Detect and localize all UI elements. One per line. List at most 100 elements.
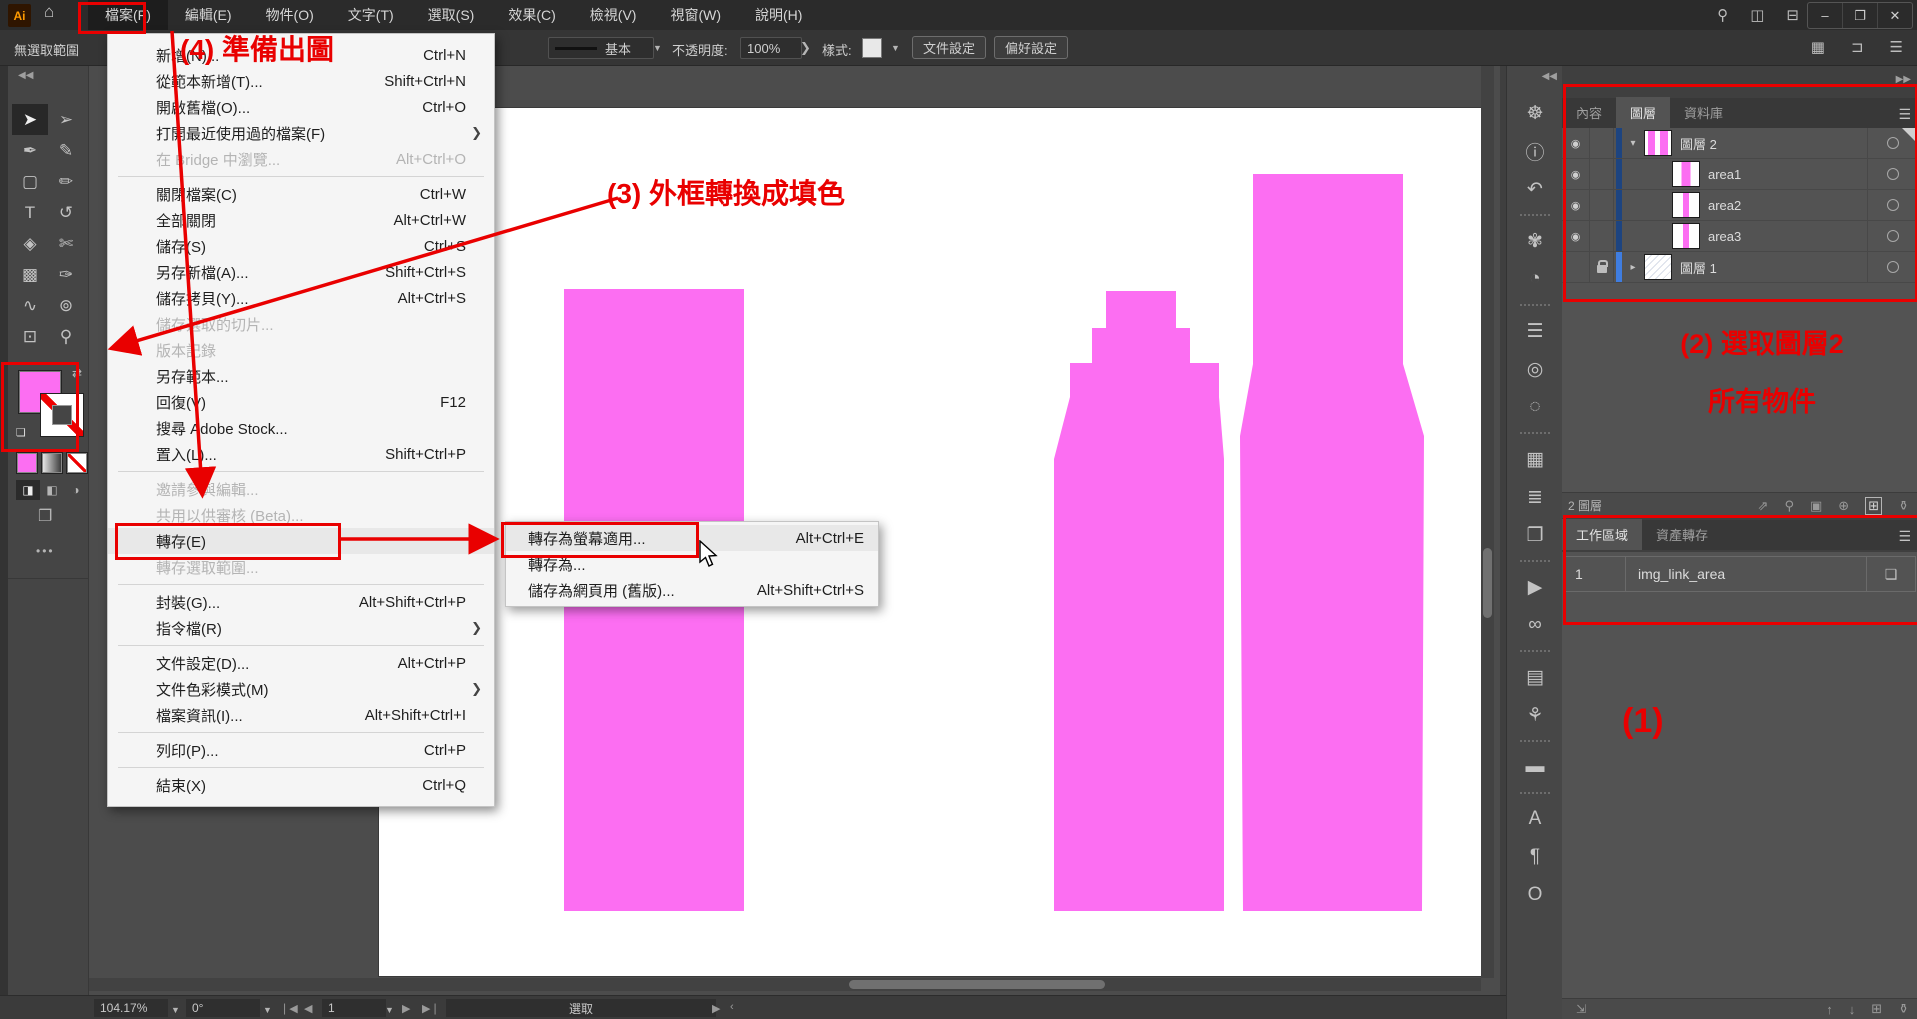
gradient-button[interactable] (41, 452, 63, 474)
stroke-icon[interactable]: ☰ (1507, 312, 1563, 350)
layer-thumbnail[interactable] (1672, 161, 1700, 187)
file-menu-item-10[interactable]: 儲存拷貝(Y)...Alt+Ctrl+S (108, 285, 494, 311)
shape-builder-tool[interactable]: ⊚ (48, 290, 84, 321)
resize-panel-icon[interactable]: ⇲ (1562, 1002, 1586, 1016)
restore-button[interactable]: ❐ (1842, 3, 1877, 28)
stroke-style-field[interactable]: 基本 (548, 37, 654, 59)
menubar-item-4[interactable]: 選取(S) (411, 0, 492, 30)
character-icon[interactable]: A (1507, 800, 1563, 838)
transparency-icon[interactable]: ◎ (1507, 350, 1563, 388)
lock-toggle[interactable] (1590, 252, 1614, 282)
clipping-mask-icon[interactable]: ▣ (1810, 498, 1822, 514)
file-menu-item-2[interactable]: 開啟舊檔(O)...Ctrl+O (108, 94, 494, 120)
menubar-item-6[interactable]: 檢視(V) (573, 0, 654, 30)
magenta-bottle-shape-large[interactable] (1240, 174, 1424, 911)
file-menu-item-1[interactable]: 從範本新增(T)...Shift+Ctrl+N (108, 68, 494, 94)
locate-object-icon[interactable]: ⚲ (1784, 498, 1794, 514)
file-menu-item-20[interactable]: 轉存(E) (108, 528, 494, 554)
minimize-button[interactable]: – (1808, 3, 1842, 28)
layer-thumbnail[interactable] (1644, 130, 1672, 156)
default-fill-stroke-icon[interactable]: ❏ (16, 426, 26, 439)
layer-row-area1[interactable]: ◉area1 (1562, 159, 1917, 190)
menubar-item-0[interactable]: 檔案(F) (88, 0, 168, 30)
file-menu-item-26[interactable]: 文件設定(D)...Alt+Ctrl+P (108, 650, 494, 676)
new-artboard-icon[interactable]: ⊞ (1871, 1001, 1882, 1017)
vertical-scrollbar[interactable] (1481, 66, 1494, 978)
opacity-field[interactable]: 100% (740, 37, 802, 59)
paintbrush-tool[interactable]: ✏ (48, 166, 84, 197)
workspace-switcher-icon[interactable]: ◫ (1750, 6, 1764, 24)
artboard-chevron-icon[interactable]: ▼ (385, 1005, 394, 1015)
layer-name[interactable]: area1 (1708, 167, 1867, 182)
move-down-icon[interactable]: ↓ (1849, 1002, 1856, 1017)
lock-toggle[interactable] (1590, 221, 1614, 251)
first-artboard-icon[interactable]: ❘◀ (280, 1002, 298, 1015)
appearance-icon[interactable]: ◌ (1507, 388, 1563, 426)
color-icon[interactable]: ✾ (1507, 222, 1563, 260)
gradient-tool[interactable]: ▩ (12, 259, 48, 290)
pen-tool[interactable]: ✒ (12, 135, 48, 166)
artboard-row[interactable]: 1 img_link_area ❏ (1564, 556, 1916, 592)
export-submenu-item-0[interactable]: 轉存為螢幕適用...Alt+Ctrl+E (506, 525, 878, 551)
width-tool[interactable]: ∿ (12, 290, 48, 321)
tab-layers[interactable]: 圖層 (1616, 97, 1670, 128)
layer-name[interactable]: area2 (1708, 198, 1867, 213)
pathfinder-icon[interactable]: ❐ (1507, 516, 1563, 554)
workspace-icon[interactable]: ⊐ (1851, 38, 1864, 56)
zoom-chevron-icon[interactable]: ▼ (171, 1005, 180, 1015)
edit-toolbar-icon[interactable]: ••• (36, 544, 55, 558)
menubar-item-2[interactable]: 物件(O) (249, 0, 331, 30)
layer-name[interactable]: area3 (1708, 229, 1867, 244)
file-menu-item-8[interactable]: 儲存(S)Ctrl+S (108, 233, 494, 259)
layer-thumbnail[interactable] (1644, 254, 1672, 280)
file-menu-item-7[interactable]: 全部關閉Alt+Ctrl+W (108, 207, 494, 233)
file-menu-item-0[interactable]: 新增(N)...Ctrl+N (108, 42, 494, 68)
arrange-documents-icon[interactable]: ▦ (1811, 38, 1825, 56)
artboard-tool[interactable]: ⊡ (12, 321, 48, 352)
menubar-item-7[interactable]: 視窗(W) (653, 0, 738, 30)
file-menu-item-27[interactable]: 文件色彩模式(M)❯ (108, 676, 494, 702)
menubar-item-8[interactable]: 說明(H) (738, 0, 819, 30)
none-button[interactable] (66, 452, 88, 474)
opacity-options-icon[interactable]: ❯ (800, 40, 811, 56)
zoom-tool[interactable]: ⚲ (48, 321, 84, 352)
rotate-tool[interactable]: ↺ (48, 197, 84, 228)
menubar-item-3[interactable]: 文字(T) (331, 0, 411, 30)
panel-list-icon[interactable]: ☰ (1890, 38, 1903, 56)
asset-export-icon[interactable]: ⚘ (1507, 696, 1563, 734)
vertical-scrollbar-thumb[interactable] (1483, 548, 1492, 618)
home-icon[interactable]: ⌂ (44, 2, 54, 22)
menubar-item-5[interactable]: 效果(C) (491, 0, 572, 30)
status-expand-icon[interactable]: ‹ (730, 1001, 734, 1013)
target-circle-icon[interactable] (1867, 159, 1917, 189)
file-menu-item-3[interactable]: 打開最近使用過的檔案(F)❯ (108, 120, 494, 146)
artboards-panel-menu-icon[interactable]: ☰ (1898, 528, 1911, 545)
swap-fill-stroke-icon[interactable]: ⇄ (72, 366, 82, 380)
close-button[interactable]: ✕ (1877, 3, 1912, 28)
expand-chevron-icon[interactable]: ▸ (1622, 262, 1644, 273)
last-artboard-icon[interactable]: ▶❘ (422, 1002, 440, 1015)
opentype-icon[interactable]: O (1507, 876, 1563, 914)
document-setup-button[interactable]: 文件設定 (912, 36, 986, 59)
screen-mode-icon[interactable]: ❐ (38, 506, 52, 526)
rectangle-tool[interactable]: ▢ (12, 166, 48, 197)
lock-toggle[interactable] (1590, 190, 1614, 220)
visibility-eye-icon[interactable]: ◉ (1562, 190, 1590, 220)
target-circle-icon[interactable] (1867, 252, 1917, 282)
file-menu-item-23[interactable]: 封裝(G)...Alt+Shift+Ctrl+P (108, 589, 494, 615)
file-menu-item-32[interactable]: 結束(X)Ctrl+Q (108, 772, 494, 798)
gradient-icon[interactable]: ◔ (1507, 260, 1563, 298)
stroke-color-swatch[interactable] (40, 393, 84, 437)
links-icon[interactable]: ∞ (1507, 606, 1563, 644)
file-menu-item-13[interactable]: 另存範本... (108, 363, 494, 389)
magenta-bottle-shape-small[interactable] (1054, 291, 1224, 911)
file-menu-item-16[interactable]: 置入(L)...Shift+Ctrl+P (108, 441, 494, 467)
preferences-button[interactable]: 偏好設定 (994, 36, 1068, 59)
visibility-eye-icon[interactable] (1562, 252, 1590, 282)
eyedropper-tool[interactable]: ✑ (48, 259, 84, 290)
delete-artboard-icon[interactable]: ⚱ (1898, 1001, 1909, 1017)
export-submenu-item-1[interactable]: 轉存為... (506, 551, 878, 577)
horizontal-scrollbar[interactable] (89, 978, 1481, 991)
lock-toggle[interactable] (1590, 159, 1614, 189)
variables-icon[interactable]: ↶ (1507, 170, 1563, 208)
